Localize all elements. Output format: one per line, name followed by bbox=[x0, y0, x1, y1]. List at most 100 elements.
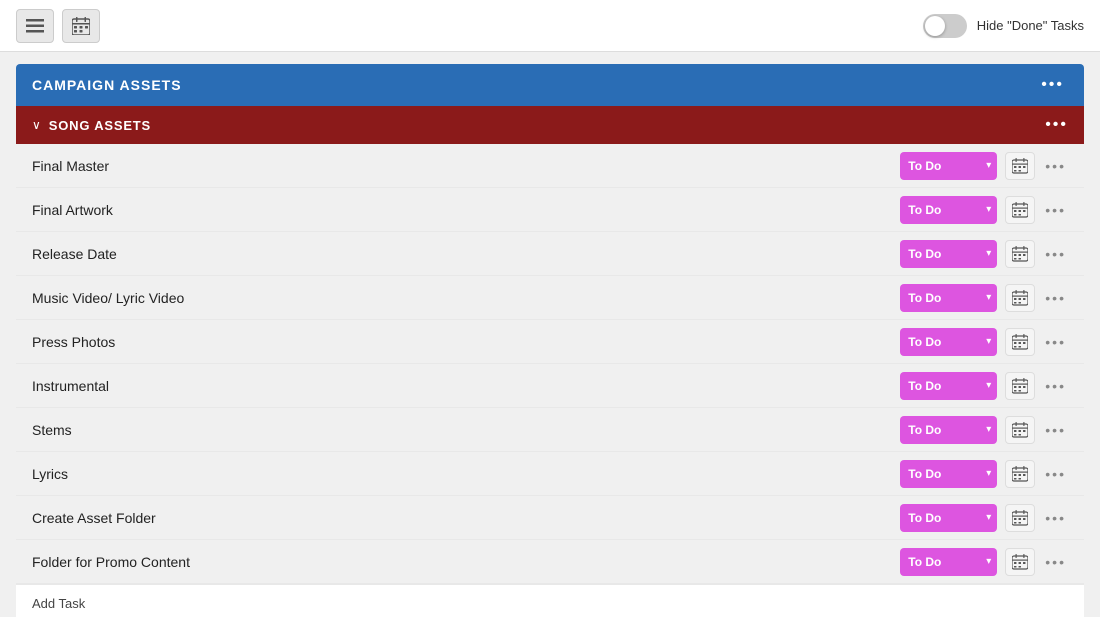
task-more-button[interactable]: ••• bbox=[1043, 378, 1068, 394]
task-name: Final Master bbox=[32, 158, 900, 174]
campaign-header: CAMPAIGN ASSETS ••• bbox=[16, 64, 1084, 106]
add-task-button[interactable]: Add Task bbox=[32, 596, 85, 611]
campaign-more-button[interactable]: ••• bbox=[1037, 76, 1068, 94]
status-dropdown-wrapper: To DoIn ProgressDone▾ bbox=[900, 548, 997, 576]
calendar-small-icon bbox=[1012, 422, 1028, 438]
due-date-button[interactable] bbox=[1005, 196, 1035, 224]
status-dropdown-wrapper: To DoIn ProgressDone▾ bbox=[900, 460, 997, 488]
status-select[interactable]: To DoIn ProgressDone bbox=[900, 328, 997, 356]
task-actions: To DoIn ProgressDone▾ ••• bbox=[900, 460, 1068, 488]
task-name: Music Video/ Lyric Video bbox=[32, 290, 900, 306]
task-name: Folder for Promo Content bbox=[32, 554, 900, 570]
calendar-small-icon bbox=[1012, 466, 1028, 482]
section-chevron[interactable]: ∨ bbox=[32, 118, 41, 132]
status-select[interactable]: To DoIn ProgressDone bbox=[900, 240, 997, 268]
task-row: Create Asset FolderTo DoIn ProgressDone▾… bbox=[16, 496, 1084, 540]
due-date-button[interactable] bbox=[1005, 372, 1035, 400]
calendar-small-icon bbox=[1012, 158, 1028, 174]
status-select[interactable]: To DoIn ProgressDone bbox=[900, 284, 997, 312]
status-dropdown-wrapper: To DoIn ProgressDone▾ bbox=[900, 240, 997, 268]
toggle-thumb bbox=[925, 16, 945, 36]
calendar-small-icon bbox=[1012, 334, 1028, 350]
due-date-button[interactable] bbox=[1005, 240, 1035, 268]
task-more-button[interactable]: ••• bbox=[1043, 422, 1068, 438]
calendar-view-button[interactable] bbox=[62, 9, 100, 43]
task-more-button[interactable]: ••• bbox=[1043, 246, 1068, 262]
status-select[interactable]: To DoIn ProgressDone bbox=[900, 460, 997, 488]
due-date-button[interactable] bbox=[1005, 152, 1035, 180]
task-more-button[interactable]: ••• bbox=[1043, 510, 1068, 526]
task-row: InstrumentalTo DoIn ProgressDone▾ ••• bbox=[16, 364, 1084, 408]
status-dropdown-wrapper: To DoIn ProgressDone▾ bbox=[900, 196, 997, 224]
hide-done-toggle[interactable] bbox=[923, 14, 967, 38]
task-row: Music Video/ Lyric VideoTo DoIn Progress… bbox=[16, 276, 1084, 320]
calendar-small-icon bbox=[1012, 246, 1028, 262]
list-icon bbox=[26, 19, 44, 33]
task-more-button[interactable]: ••• bbox=[1043, 334, 1068, 350]
task-name: Lyrics bbox=[32, 466, 900, 482]
task-row: Final MasterTo DoIn ProgressDone▾ ••• bbox=[16, 144, 1084, 188]
task-row: StemsTo DoIn ProgressDone▾ ••• bbox=[16, 408, 1084, 452]
task-actions: To DoIn ProgressDone▾ ••• bbox=[900, 504, 1068, 532]
status-dropdown-wrapper: To DoIn ProgressDone▾ bbox=[900, 372, 997, 400]
status-select[interactable]: To DoIn ProgressDone bbox=[900, 548, 997, 576]
due-date-button[interactable] bbox=[1005, 416, 1035, 444]
toolbar-left bbox=[16, 9, 100, 43]
task-row: Press PhotosTo DoIn ProgressDone▾ ••• bbox=[16, 320, 1084, 364]
task-list: Final MasterTo DoIn ProgressDone▾ •••Fin… bbox=[16, 144, 1084, 584]
status-select[interactable]: To DoIn ProgressDone bbox=[900, 196, 997, 224]
calendar-small-icon bbox=[1012, 510, 1028, 526]
task-row: LyricsTo DoIn ProgressDone▾ ••• bbox=[16, 452, 1084, 496]
task-actions: To DoIn ProgressDone▾ ••• bbox=[900, 328, 1068, 356]
task-actions: To DoIn ProgressDone▾ ••• bbox=[900, 548, 1068, 576]
main-content: CAMPAIGN ASSETS ••• ∨ SONG ASSETS ••• Fi… bbox=[0, 52, 1100, 617]
toggle-track bbox=[923, 14, 967, 38]
task-more-button[interactable]: ••• bbox=[1043, 202, 1068, 218]
status-dropdown-wrapper: To DoIn ProgressDone▾ bbox=[900, 504, 997, 532]
task-name: Press Photos bbox=[32, 334, 900, 350]
calendar-icon bbox=[72, 17, 90, 35]
task-row: Final ArtworkTo DoIn ProgressDone▾ ••• bbox=[16, 188, 1084, 232]
hide-done-label: Hide "Done" Tasks bbox=[977, 18, 1084, 33]
due-date-button[interactable] bbox=[1005, 284, 1035, 312]
task-actions: To DoIn ProgressDone▾ ••• bbox=[900, 284, 1068, 312]
status-dropdown-wrapper: To DoIn ProgressDone▾ bbox=[900, 416, 997, 444]
status-select[interactable]: To DoIn ProgressDone bbox=[900, 416, 997, 444]
status-dropdown-wrapper: To DoIn ProgressDone▾ bbox=[900, 284, 997, 312]
task-name: Instrumental bbox=[32, 378, 900, 394]
status-select[interactable]: To DoIn ProgressDone bbox=[900, 152, 997, 180]
toolbar: Hide "Done" Tasks bbox=[0, 0, 1100, 52]
due-date-button[interactable] bbox=[1005, 460, 1035, 488]
section-more-button[interactable]: ••• bbox=[1045, 116, 1068, 134]
calendar-small-icon bbox=[1012, 290, 1028, 306]
section-title-row: ∨ SONG ASSETS bbox=[32, 118, 151, 133]
add-task-row: Add Task bbox=[16, 584, 1084, 617]
task-actions: To DoIn ProgressDone▾ ••• bbox=[900, 196, 1068, 224]
due-date-button[interactable] bbox=[1005, 504, 1035, 532]
task-name: Release Date bbox=[32, 246, 900, 262]
task-actions: To DoIn ProgressDone▾ ••• bbox=[900, 416, 1068, 444]
section-title: SONG ASSETS bbox=[49, 118, 151, 133]
task-actions: To DoIn ProgressDone▾ ••• bbox=[900, 240, 1068, 268]
task-name: Create Asset Folder bbox=[32, 510, 900, 526]
due-date-button[interactable] bbox=[1005, 548, 1035, 576]
calendar-small-icon bbox=[1012, 378, 1028, 394]
list-view-button[interactable] bbox=[16, 9, 54, 43]
task-row: Folder for Promo ContentTo DoIn Progress… bbox=[16, 540, 1084, 584]
toolbar-right: Hide "Done" Tasks bbox=[923, 14, 1084, 38]
task-name: Stems bbox=[32, 422, 900, 438]
status-select[interactable]: To DoIn ProgressDone bbox=[900, 372, 997, 400]
task-more-button[interactable]: ••• bbox=[1043, 554, 1068, 570]
section-header: ∨ SONG ASSETS ••• bbox=[16, 106, 1084, 144]
task-name: Final Artwork bbox=[32, 202, 900, 218]
task-actions: To DoIn ProgressDone▾ ••• bbox=[900, 152, 1068, 180]
task-row: Release DateTo DoIn ProgressDone▾ ••• bbox=[16, 232, 1084, 276]
task-more-button[interactable]: ••• bbox=[1043, 290, 1068, 306]
task-actions: To DoIn ProgressDone▾ ••• bbox=[900, 372, 1068, 400]
campaign-title: CAMPAIGN ASSETS bbox=[32, 77, 182, 93]
task-more-button[interactable]: ••• bbox=[1043, 466, 1068, 482]
calendar-small-icon bbox=[1012, 202, 1028, 218]
status-select[interactable]: To DoIn ProgressDone bbox=[900, 504, 997, 532]
task-more-button[interactable]: ••• bbox=[1043, 158, 1068, 174]
due-date-button[interactable] bbox=[1005, 328, 1035, 356]
